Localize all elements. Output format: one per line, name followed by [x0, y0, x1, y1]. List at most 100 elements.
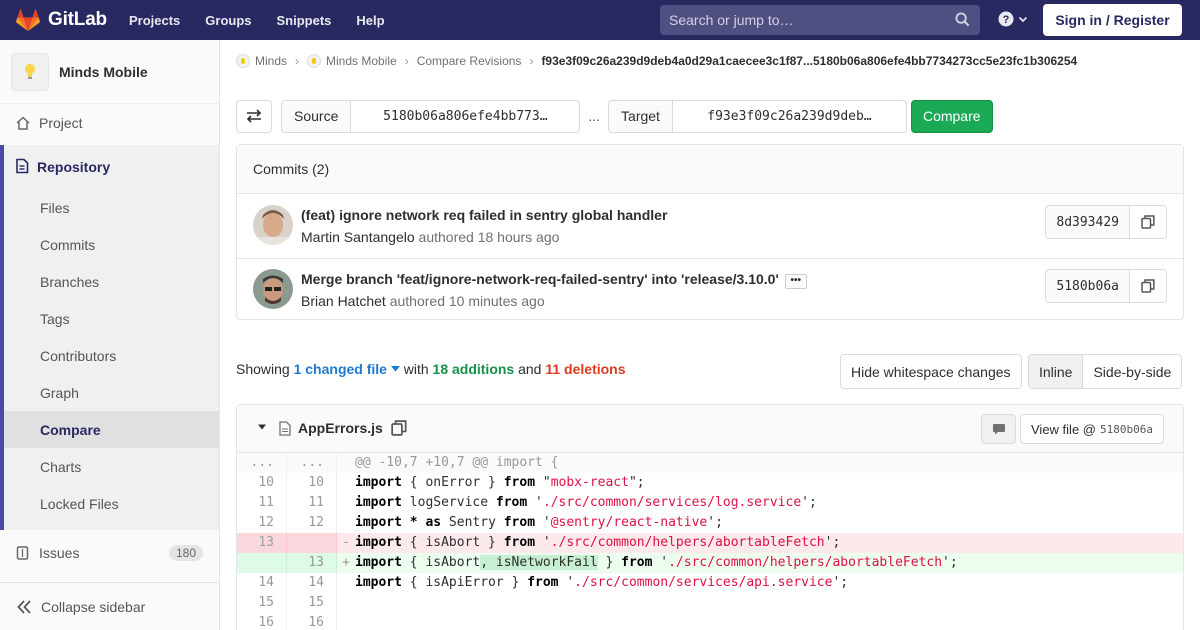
- expand-description-button[interactable]: •••: [784, 273, 807, 289]
- compare-button[interactable]: Compare: [910, 99, 993, 133]
- summary-showing: Showing: [236, 361, 290, 377]
- sidebar-item-repository[interactable]: Repository: [0, 145, 219, 189]
- project-avatar-icon: [307, 54, 322, 68]
- commit-sha[interactable]: 5180b06a: [1046, 270, 1130, 302]
- project-sidebar: Minds Mobile Project Repository Files Co…: [0, 40, 220, 630]
- breadcrumb-project[interactable]: Minds Mobile: [326, 54, 397, 68]
- commits-header: Commits (2): [237, 145, 1183, 194]
- file-icon: [279, 421, 291, 436]
- diff-line: 16 16: [237, 613, 1183, 630]
- lightbulb-icon: [25, 63, 35, 79]
- nav-groups[interactable]: Groups: [205, 13, 251, 28]
- nav-snippets[interactable]: Snippets: [277, 13, 332, 28]
- old-line-number[interactable]: 15: [237, 593, 287, 613]
- old-line-number[interactable]: 14: [237, 573, 287, 593]
- old-line-number[interactable]: 16: [237, 613, 287, 630]
- diff-code: import logService from './src/common/ser…: [355, 495, 817, 510]
- gitlab-logo-link[interactable]: GitLab: [16, 0, 107, 40]
- sidebar-item-graph[interactable]: Graph: [4, 374, 219, 411]
- old-line-number[interactable]: 12: [237, 513, 287, 533]
- help-dropdown[interactable]: ?: [998, 11, 1028, 27]
- sidebar-item-branches[interactable]: Branches: [4, 263, 219, 300]
- copy-sha-button[interactable]: [1130, 206, 1166, 238]
- collapse-sidebar-button[interactable]: Collapse sidebar: [0, 582, 219, 630]
- gitlab-logo-icon: [16, 9, 40, 31]
- sidebar-item-charts[interactable]: Charts: [4, 448, 219, 485]
- new-line-number[interactable]: ...: [287, 453, 337, 473]
- sidebar-item-label: Project: [39, 114, 83, 131]
- sidebar-item-contributors[interactable]: Contributors: [4, 337, 219, 374]
- commit-meta: Brian Hatchet authored 10 minutes ago: [301, 293, 545, 309]
- diff-code: import { isAbort } from './src/common/he…: [355, 535, 841, 550]
- commit-title-text[interactable]: Merge branch 'feat/ignore-network-req-fa…: [301, 271, 779, 287]
- new-line-number[interactable]: 13: [287, 553, 337, 573]
- breadcrumb-compare[interactable]: Compare Revisions: [417, 54, 522, 68]
- commit-time: authored 10 minutes ago: [389, 293, 545, 309]
- breadcrumb-group[interactable]: Minds: [255, 54, 287, 68]
- old-line-number[interactable]: ...: [237, 453, 287, 473]
- target-ref-value[interactable]: f93e3f09c26a239d9deb…: [673, 101, 906, 132]
- new-line-number[interactable]: 14: [287, 573, 337, 593]
- diff-code: @@ -10,7 +10,7 @@ import {: [355, 455, 559, 470]
- additions-count: 18 additions: [432, 361, 515, 377]
- copy-icon[interactable]: [391, 420, 407, 436]
- target-ref-selector[interactable]: Target f93e3f09c26a239d9deb…: [608, 99, 907, 133]
- avatar-image: [253, 269, 293, 309]
- view-file-button[interactable]: View file @ 5180b06a: [1020, 414, 1164, 444]
- issues-icon: [16, 545, 29, 560]
- old-line-number[interactable]: [237, 553, 287, 573]
- nav-projects[interactable]: Projects: [129, 13, 180, 28]
- commit-author[interactable]: Brian Hatchet: [301, 293, 386, 309]
- new-line-number[interactable]: 10: [287, 473, 337, 493]
- sidebar-item-tags[interactable]: Tags: [4, 300, 219, 337]
- hide-whitespace-button[interactable]: Hide whitespace changes: [840, 354, 1022, 389]
- view-file-sha: 5180b06a: [1099, 422, 1153, 436]
- sidebar-item-compare[interactable]: Compare: [4, 411, 219, 448]
- source-ref-value[interactable]: 5180b06a806efe4bb773…: [351, 101, 579, 132]
- copy-sha-button[interactable]: [1130, 270, 1166, 302]
- sidebar-project-header[interactable]: Minds Mobile: [0, 40, 219, 104]
- sidebar-item-locked-files[interactable]: Locked Files: [4, 485, 219, 522]
- swap-revisions-button[interactable]: [236, 99, 272, 133]
- group-avatar-icon: [236, 54, 250, 68]
- new-line-number[interactable]: [287, 533, 337, 553]
- diff-marker: [337, 593, 355, 613]
- breadcrumb-current[interactable]: f93e3f09c26a239d9deb4a0d29a1caecee3c1f87…: [541, 54, 1077, 68]
- new-line-number[interactable]: 15: [287, 593, 337, 613]
- source-ref-selector[interactable]: Source 5180b06a806efe4bb773…: [281, 99, 581, 133]
- diff-lines: ...... @@ -10,7 +10,7 @@ import { 10 10 impo…: [237, 453, 1183, 630]
- toggle-comments-button[interactable]: [981, 414, 1016, 444]
- diff-line: 12 12 import * as Sentry from '@sentry/rea…: [237, 513, 1183, 533]
- search-icon: [955, 12, 970, 27]
- repository-icon: [16, 158, 29, 173]
- compare-form: Source 5180b06a806efe4bb773… ... Target …: [236, 99, 993, 133]
- author-avatar[interactable]: [253, 269, 293, 309]
- commit-title[interactable]: (feat) ignore network req failed in sent…: [301, 207, 667, 223]
- old-line-number[interactable]: 11: [237, 493, 287, 513]
- sign-in-button[interactable]: Sign in / Register: [1043, 4, 1182, 36]
- side-by-side-view-button[interactable]: Side-by-side: [1083, 355, 1181, 388]
- sidebar-item-project[interactable]: Project: [0, 104, 219, 141]
- changed-files-dropdown[interactable]: 1 changed file: [294, 361, 400, 377]
- project-avatar: [11, 52, 49, 91]
- commit-sha[interactable]: 8d393429: [1046, 206, 1130, 238]
- sidebar-item-commits[interactable]: Commits: [4, 226, 219, 263]
- diff-summary: Showing 1 changed file with 18 additions…: [236, 361, 626, 377]
- file-name[interactable]: AppErrors.js: [298, 420, 383, 436]
- deletions-count: 11 deletions: [545, 361, 626, 377]
- inline-view-button[interactable]: Inline: [1029, 355, 1084, 388]
- author-avatar[interactable]: [253, 205, 293, 245]
- old-line-number[interactable]: 10: [237, 473, 287, 493]
- nav-help[interactable]: Help: [356, 13, 384, 28]
- commit-title: Merge branch 'feat/ignore-network-req-fa…: [301, 271, 807, 289]
- commit-author[interactable]: Martin Santangelo: [301, 229, 415, 245]
- search-input[interactable]: Search or jump to…: [660, 5, 980, 35]
- chevron-down-icon[interactable]: [257, 423, 267, 431]
- sidebar-item-issues[interactable]: Issues 180: [0, 534, 219, 571]
- old-line-number[interactable]: 13: [237, 533, 287, 553]
- new-line-number[interactable]: 12: [287, 513, 337, 533]
- new-line-number[interactable]: 11: [287, 493, 337, 513]
- sidebar-item-files[interactable]: Files: [4, 189, 219, 226]
- new-line-number[interactable]: 16: [287, 613, 337, 630]
- view-file-label: View file @: [1031, 421, 1096, 437]
